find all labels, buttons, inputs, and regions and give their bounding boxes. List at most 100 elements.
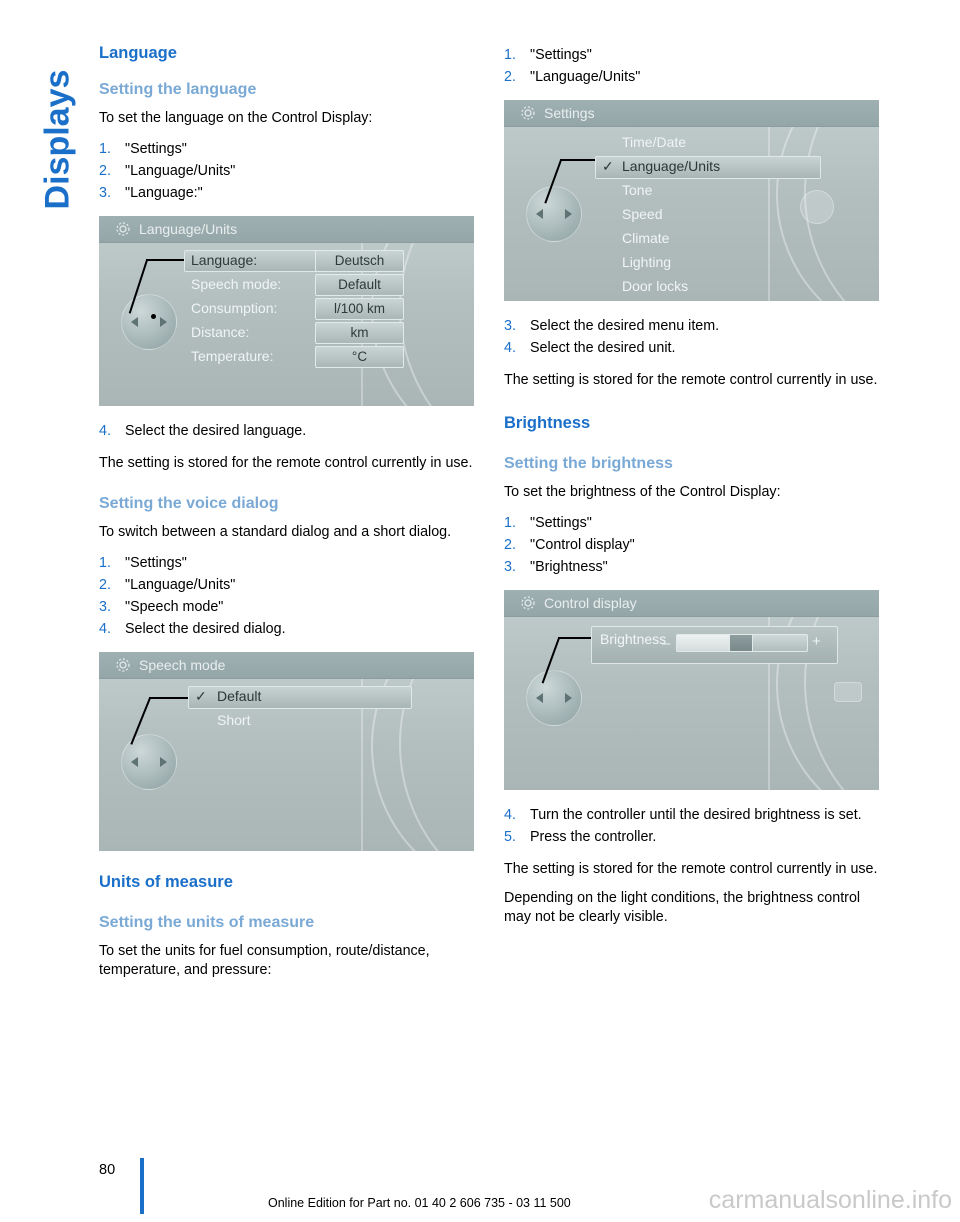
list-item: 4. Select the desired unit.	[504, 337, 879, 359]
step-text: "Settings"	[125, 141, 187, 157]
leader-line	[560, 159, 596, 161]
step-text: Turn the controller until the desired br…	[530, 807, 862, 823]
step-text: Select the desired language.	[125, 423, 307, 439]
menu-icon[interactable]	[800, 190, 834, 224]
step-text: "Language/Units"	[125, 163, 236, 179]
side-tab-label: Displays	[38, 69, 77, 210]
list-item: 4. Turn the controller until the desired …	[504, 804, 879, 826]
row-label[interactable]: Temperature:	[191, 348, 273, 364]
figure-settings: Settings Time/Date ✓ Language/Units Tone…	[504, 100, 879, 301]
row-label[interactable]: Language:	[191, 252, 257, 268]
display-icon[interactable]	[834, 682, 862, 702]
step-number: 4.	[504, 807, 516, 823]
row-value[interactable]: Default	[315, 274, 404, 296]
heading-brightness: Brightness	[504, 414, 591, 432]
list-item: 2. "Control display"	[504, 534, 879, 556]
list-item: 1. "Settings"	[99, 138, 474, 160]
list-item: 3. Select the desired menu item.	[504, 315, 879, 337]
leader-line	[558, 637, 592, 639]
step-text: Select the desired menu item.	[530, 318, 720, 334]
intro-units: To set the units for fuel consumption, r…	[99, 943, 430, 978]
steps-right-top: 1. "Settings" 2. "Language/Units"	[504, 44, 879, 88]
row-label[interactable]: Tone	[622, 182, 652, 198]
step-text: "Language/Units"	[530, 69, 641, 85]
text-light-conditions: Depending on the light conditions, the b…	[504, 890, 861, 925]
check-icon: ✓	[195, 688, 207, 704]
row-value[interactable]: Deutsch	[315, 250, 404, 272]
intro-setting-language: To set the language on the Control Displ…	[99, 110, 373, 126]
watermark: carmanualsonline.info	[708, 1186, 952, 1214]
plus-icon[interactable]: +	[812, 633, 821, 650]
step-number: 1.	[99, 141, 111, 157]
list-item: 2. "Language/Units"	[99, 574, 474, 596]
side-tab: Displays	[0, 0, 77, 1222]
row-value[interactable]: km	[315, 322, 404, 344]
step-text: "Control display"	[530, 537, 635, 553]
row-label[interactable]: Lighting	[622, 254, 671, 270]
text-stored-remote-1: The setting is stored for the remote con…	[99, 455, 473, 471]
step-text: "Language/Units"	[125, 577, 236, 593]
figure-title: Settings	[544, 105, 595, 121]
row-value[interactable]: l/100 km	[315, 298, 404, 320]
step-text: "Settings"	[530, 515, 592, 531]
minus-icon[interactable]: –	[662, 635, 670, 652]
controller-knob[interactable]	[121, 294, 177, 350]
right-arrow-icon	[160, 317, 167, 327]
row-value[interactable]: °C	[315, 346, 404, 368]
step-text: Select the desired dialog.	[125, 621, 286, 637]
row-label[interactable]: Time/Date	[622, 134, 686, 150]
row-label[interactable]: Short	[217, 712, 250, 728]
heading-units-of-measure: Units of measure	[99, 873, 233, 891]
row-label[interactable]: Climate	[622, 230, 669, 246]
figure-title: Speech mode	[139, 657, 226, 673]
steps-voice-dialog: 1. "Settings" 2. "Language/Units" 3. "Speec…	[99, 552, 474, 640]
list-item: 1. "Settings"	[504, 44, 879, 66]
step-text: "Brightness"	[530, 559, 608, 575]
row-label[interactable]: Default	[217, 688, 261, 704]
step-text: Select the desired unit.	[530, 340, 676, 356]
intro-brightness: To set the brightness of the Control Dis…	[504, 484, 781, 500]
step-number: 5.	[504, 829, 516, 845]
footer-accent-bar	[140, 1158, 144, 1214]
step-number: 3.	[504, 559, 516, 575]
step-number: 4.	[99, 621, 111, 637]
gear-icon	[520, 595, 536, 611]
step-number: 2.	[99, 163, 111, 179]
step-text: Press the controller.	[530, 829, 657, 845]
gear-icon	[520, 105, 536, 121]
list-item: 1. "Settings"	[504, 512, 879, 534]
list-item: 2. "Language/Units"	[99, 160, 474, 182]
right-arrow-icon	[565, 693, 572, 703]
controller-knob[interactable]	[526, 670, 582, 726]
slider-handle[interactable]	[729, 634, 753, 652]
gear-icon	[115, 221, 131, 237]
row-label[interactable]: Distance:	[191, 324, 249, 340]
text-stored-remote-3: The setting is stored for the remote con…	[504, 861, 878, 877]
steps-after-language-figure: 4. Select the desired language.	[99, 420, 474, 442]
step-text: "Speech mode"	[125, 599, 224, 615]
gear-icon	[115, 657, 131, 673]
step-number: 1.	[504, 47, 516, 63]
left-arrow-icon	[131, 317, 138, 327]
list-item: 3. "Brightness"	[504, 556, 879, 578]
page-number: 80	[99, 1162, 116, 1178]
figure-title: Language/Units	[139, 221, 238, 237]
step-number: 4.	[504, 340, 516, 356]
controller-knob[interactable]	[121, 734, 177, 790]
controller-knob[interactable]	[526, 186, 582, 242]
row-label[interactable]: Speed	[622, 206, 662, 222]
step-number: 3.	[99, 599, 111, 615]
left-arrow-icon	[131, 757, 138, 767]
right-arrow-icon	[160, 757, 167, 767]
row-label[interactable]: Speech mode:	[191, 276, 281, 292]
list-item: 3. "Speech mode"	[99, 596, 474, 618]
figure-control-display: Control display Brightness – +	[504, 590, 879, 790]
step-text: "Settings"	[530, 47, 592, 63]
row-label[interactable]: Language/Units	[622, 158, 720, 174]
heading-setting-units: Setting the units of measure	[99, 914, 315, 931]
step-number: 2.	[504, 69, 516, 85]
step-number: 2.	[504, 537, 516, 553]
row-label[interactable]: Door locks	[622, 278, 688, 294]
row-label[interactable]: Consumption:	[191, 300, 277, 316]
footer-text: Online Edition for Part no. 01 40 2 606 …	[268, 1196, 571, 1210]
